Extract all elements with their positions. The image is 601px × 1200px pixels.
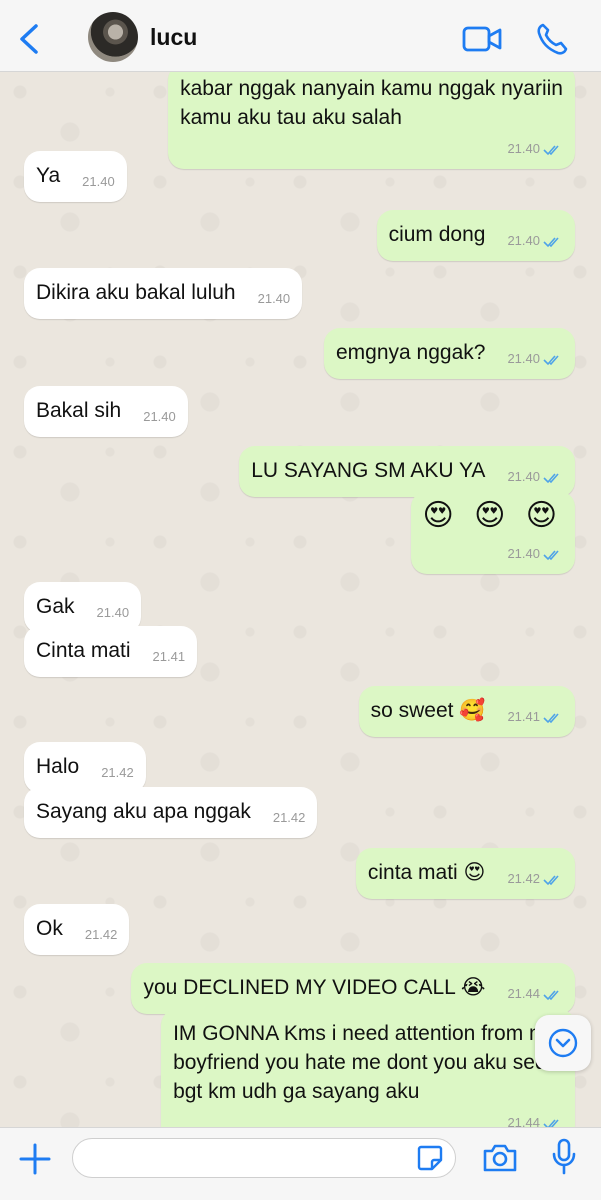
message-time: 21.42 (84, 927, 118, 942)
incoming-message[interactable]: Ok 21.42 (24, 904, 130, 955)
message-text: Cinta mati (36, 639, 131, 662)
read-receipt-icon (543, 473, 559, 483)
message-time: 21.40 (507, 226, 563, 255)
message-time: 21.40 (96, 605, 130, 620)
outgoing-message[interactable]: cium dong 21.40 (376, 210, 575, 261)
message-text: 😍 😍 😍 (422, 499, 563, 532)
read-receipt-icon (543, 875, 559, 885)
message-text: emgnya nggak? (336, 341, 486, 364)
message-time: 21.40 (143, 409, 176, 424)
chevron-down-icon (548, 1028, 578, 1058)
read-receipt-icon (543, 713, 559, 723)
incoming-message[interactable]: Cinta mati 21.41 (24, 626, 198, 677)
message-list[interactable]: kabar nggak nanyain kamu nggak nyariin ka… (0, 72, 601, 1127)
outgoing-message[interactable]: cinta mati 😍 21.42 (355, 848, 575, 899)
message-text: Dikira aku bakal luluh (36, 281, 236, 304)
message-time: 21.42 (101, 765, 134, 780)
message-time: 21.40 (507, 462, 563, 491)
message-time: 21.40 (507, 134, 563, 163)
sticker-icon[interactable] (416, 1144, 444, 1172)
phone-icon[interactable] (536, 22, 568, 56)
message-time: 21.44 (507, 979, 563, 1008)
read-receipt-icon (543, 1119, 559, 1127)
message-text: cium dong (388, 223, 486, 246)
message-text: LU SAYANG SM AKU YA (251, 459, 486, 482)
incoming-message[interactable]: Sayang aku apa nggak 21.42 (24, 787, 318, 838)
message-text: cinta mati 😍 (367, 861, 486, 884)
contact-name[interactable]: lucu (150, 24, 197, 51)
read-receipt-icon (543, 145, 559, 155)
message-time: 21.40 (507, 539, 563, 568)
camera-icon[interactable] (482, 1142, 518, 1174)
message-text: Ok (36, 917, 63, 940)
message-text-line: IM GONNA Kms i need attention from my (173, 1022, 558, 1045)
outgoing-message[interactable]: you DECLINED MY VIDEO CALL 😭 21.44 (131, 963, 575, 1014)
outgoing-message[interactable]: so sweet 🥰 21.41 (358, 686, 575, 737)
message-text: Halo (36, 755, 80, 778)
message-time: 21.40 (257, 291, 291, 306)
message-text: Ya (36, 164, 61, 187)
message-text: Bakal sih (36, 399, 122, 422)
message-text: Gak (36, 595, 75, 618)
message-time: 21.41 (507, 702, 563, 731)
outgoing-message[interactable]: IM GONNA Kms i need attention from my boy… (161, 1009, 575, 1127)
message-text-line: boyfriend you hate me dont you aku sedih (173, 1051, 563, 1074)
message-time: 21.40 (82, 174, 115, 189)
message-time: 21.41 (152, 649, 186, 664)
incoming-message[interactable]: Dikira aku bakal luluh 21.40 (24, 268, 303, 319)
message-footer: 21.40 (180, 128, 563, 159)
read-receipt-icon (543, 355, 559, 365)
outgoing-message[interactable]: LU SAYANG SM AKU YA 21.40 (239, 446, 575, 497)
chat-header: lucu (0, 0, 601, 72)
outgoing-message[interactable]: 😍 😍 😍 21.40 (410, 491, 575, 574)
incoming-message[interactable]: Ya 21.40 (24, 151, 127, 202)
message-footer: 21.40 (423, 533, 564, 564)
message-time: 21.44 (507, 1108, 563, 1127)
plus-icon[interactable] (18, 1142, 52, 1176)
incoming-message[interactable]: Halo 21.42 (24, 742, 146, 793)
read-receipt-icon (543, 990, 559, 1000)
message-time: 21.42 (272, 810, 306, 825)
outgoing-message[interactable]: kabar nggak nanyain kamu nggak nyariin ka… (168, 72, 575, 169)
message-text: Sayang aku apa nggak (36, 800, 251, 823)
message-text: so sweet 🥰 (370, 699, 486, 722)
chevron-left-icon[interactable] (14, 22, 44, 56)
message-time: 21.42 (507, 864, 563, 893)
message-time: 21.40 (507, 344, 563, 373)
message-text: you DECLINED MY VIDEO CALL 😭 (143, 976, 486, 999)
composer-bar (0, 1127, 601, 1200)
avatar[interactable] (88, 12, 138, 62)
video-camera-icon[interactable] (462, 25, 502, 53)
message-input[interactable] (72, 1138, 456, 1178)
message-text-line: kabar nggak nanyain kamu nggak nyariin (180, 77, 563, 100)
scroll-to-bottom-button[interactable] (535, 1015, 591, 1071)
microphone-icon[interactable] (551, 1138, 577, 1176)
incoming-message[interactable]: Bakal sih 21.40 (24, 386, 188, 437)
read-receipt-icon (543, 237, 559, 247)
outgoing-message[interactable]: emgnya nggak? 21.40 (324, 328, 575, 379)
read-receipt-icon (543, 550, 559, 560)
